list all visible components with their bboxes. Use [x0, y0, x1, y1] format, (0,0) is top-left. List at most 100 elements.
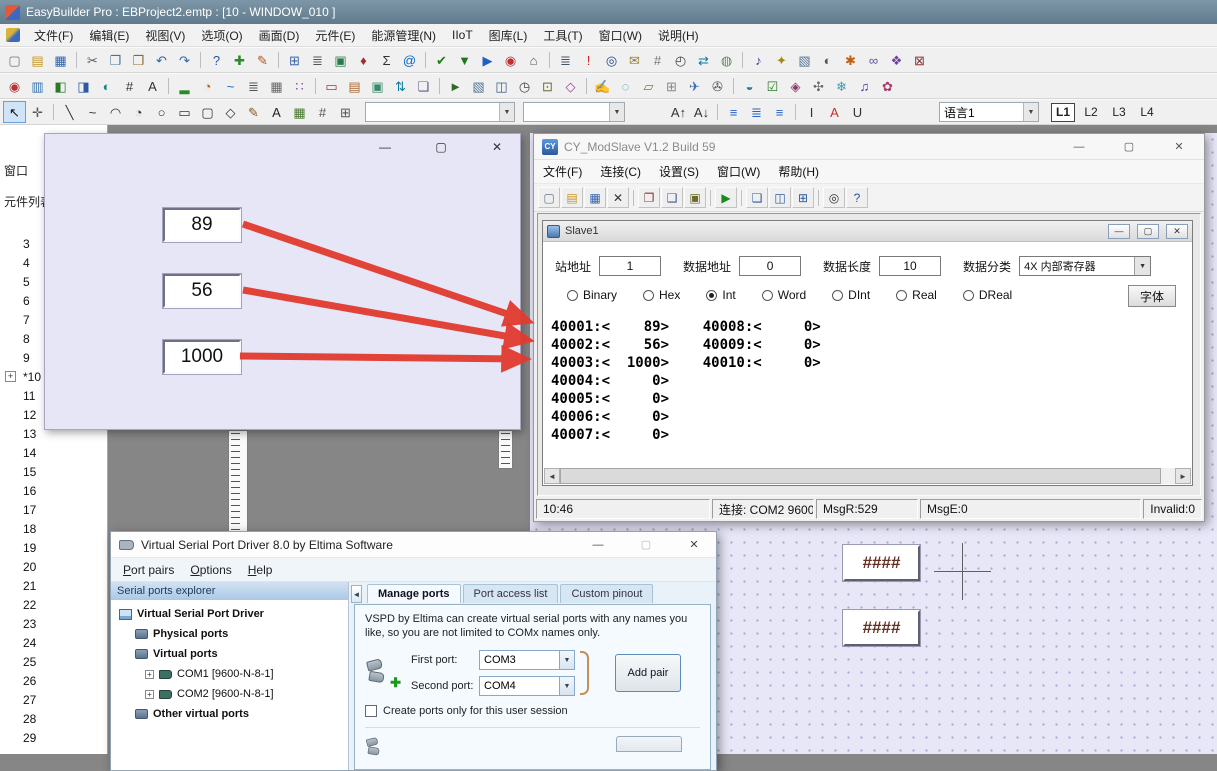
expand-icon[interactable]: [5, 466, 16, 477]
bar-graph-icon[interactable]: ▂: [173, 75, 196, 97]
horizontal-scrollbar[interactable]: ◄ ►: [544, 468, 1191, 484]
close-icon[interactable]: ✕: [1166, 224, 1188, 239]
scale-tool-icon[interactable]: #: [311, 101, 334, 123]
open-project-icon[interactable]: ▤: [26, 49, 49, 71]
trend-display-icon[interactable]: ~: [219, 75, 242, 97]
download-icon[interactable]: ▼: [453, 49, 476, 71]
expand-icon[interactable]: [5, 352, 16, 363]
tree-item-other-virtual-ports[interactable]: Other virtual ports: [111, 704, 348, 724]
curve-tool-icon[interactable]: ~: [81, 101, 104, 123]
expand-icon[interactable]: +: [5, 371, 16, 382]
setup-icon[interactable]: ▣: [684, 187, 706, 208]
format-radio[interactable]: DReal: [963, 288, 1012, 302]
window-tree-item[interactable]: 26: [0, 671, 107, 690]
menu-item[interactable]: 设置(S): [650, 163, 708, 180]
session-checkbox[interactable]: [365, 705, 377, 717]
copy-icon[interactable]: ❐: [104, 49, 127, 71]
expand-icon[interactable]: [5, 561, 16, 572]
recipe-transfer-icon[interactable]: ⇅: [389, 75, 412, 97]
expand-icon[interactable]: [5, 257, 16, 268]
tab-custom-pinout[interactable]: Custom pinout: [560, 584, 653, 603]
data-address-input[interactable]: 0: [739, 256, 801, 276]
online-simulation-icon[interactable]: ◉: [499, 49, 522, 71]
underline-icon[interactable]: U: [846, 101, 869, 123]
state-l2-button[interactable]: L2: [1079, 103, 1103, 122]
data-transfer-icon[interactable]: ⇄: [692, 49, 715, 71]
expand-icon[interactable]: [5, 390, 16, 401]
rounded-rect-tool-icon[interactable]: ▢: [196, 101, 219, 123]
toolbar-separator[interactable]: [815, 187, 822, 208]
window-tree-item[interactable]: 15: [0, 462, 107, 481]
state-l4-button[interactable]: L4: [1135, 103, 1159, 122]
maximize-icon[interactable]: ▢: [428, 138, 454, 156]
toolbar-separator[interactable]: [630, 187, 637, 208]
message-icon[interactable]: ✉: [623, 49, 646, 71]
format-radio[interactable]: Word: [762, 288, 806, 302]
tree-item-physical-ports[interactable]: Physical ports: [111, 624, 348, 644]
window-tree-item[interactable]: 28: [0, 709, 107, 728]
minimize-icon[interactable]: —: [588, 537, 608, 553]
new-project-icon[interactable]: ▢: [3, 49, 26, 71]
qr-code-icon[interactable]: ◈: [784, 75, 807, 97]
tab-manage-ports[interactable]: Manage ports: [367, 584, 461, 603]
format-radio[interactable]: Binary: [567, 288, 617, 302]
window-tree-item[interactable]: 23: [0, 614, 107, 633]
tag-library-icon[interactable]: ♦: [352, 49, 375, 71]
expand-icon[interactable]: [5, 295, 16, 306]
state-l3-button[interactable]: L3: [1107, 103, 1131, 122]
alarm-bar-icon[interactable]: ▭: [320, 75, 343, 97]
shape-style-combo[interactable]: ▼: [365, 102, 515, 122]
expand-icon[interactable]: +: [145, 670, 154, 679]
toolbar-separator[interactable]: [196, 49, 205, 71]
window-tree-item[interactable]: 29: [0, 728, 107, 747]
table-tool-icon[interactable]: ⊞: [334, 101, 357, 123]
media-icon[interactable]: ✇: [706, 75, 729, 97]
numeric-display-icon[interactable]: #: [118, 75, 141, 97]
window-tree-item[interactable]: 18: [0, 519, 107, 538]
close-window-icon[interactable]: ⊠: [908, 49, 931, 71]
database-icon[interactable]: ◍: [715, 49, 738, 71]
expand-icon[interactable]: [5, 580, 16, 591]
expand-icon[interactable]: [5, 333, 16, 344]
redo-icon[interactable]: ↷: [173, 49, 196, 71]
backup-icon[interactable]: ❏: [412, 75, 435, 97]
window-tree-item[interactable]: 17: [0, 500, 107, 519]
operation-log-icon[interactable]: ✍: [591, 75, 614, 97]
scheduler-icon[interactable]: ◴: [669, 49, 692, 71]
toolbar-separator[interactable]: [311, 75, 320, 97]
menu-item[interactable]: IIoT: [444, 24, 481, 46]
enlarge-font-icon[interactable]: A↑: [667, 101, 690, 123]
set-word-icon[interactable]: ◨: [72, 75, 95, 97]
format-radio[interactable]: Int: [706, 288, 735, 302]
window-tree-item[interactable]: 16: [0, 481, 107, 500]
meter-display-icon[interactable]: ◔: [196, 75, 219, 97]
settings-icon[interactable]: ✱: [839, 49, 862, 71]
combo-button-icon[interactable]: ◇: [559, 75, 582, 97]
event-display-icon[interactable]: ▣: [366, 75, 389, 97]
schedule-icon[interactable]: ◷: [513, 75, 536, 97]
expand-icon[interactable]: [5, 314, 16, 325]
compile-icon[interactable]: ✔: [430, 49, 453, 71]
tile-vertical-icon[interactable]: ◫: [769, 187, 791, 208]
toolbar-separator[interactable]: [49, 101, 58, 123]
format-radio[interactable]: DInt: [832, 288, 870, 302]
toolbar-separator[interactable]: [738, 187, 745, 208]
window-tree-item[interactable]: 27: [0, 690, 107, 709]
expand-icon[interactable]: [5, 409, 16, 420]
font-button[interactable]: 字体: [1128, 285, 1176, 307]
address-icon[interactable]: @: [398, 49, 421, 71]
check-element-icon[interactable]: ☑: [761, 75, 784, 97]
expand-icon[interactable]: [5, 447, 16, 458]
menu-item[interactable]: 能源管理(N): [363, 24, 444, 46]
set-bit-icon[interactable]: ◧: [49, 75, 72, 97]
menu-item[interactable]: Port pairs: [115, 560, 182, 580]
close-icon[interactable]: ✕: [484, 138, 510, 156]
tile-horizontal-icon[interactable]: ⊞: [792, 187, 814, 208]
open-icon[interactable]: ▤: [561, 187, 583, 208]
minimize-icon[interactable]: —: [372, 138, 398, 156]
minimize-icon[interactable]: —: [1108, 224, 1130, 239]
language-combo[interactable]: 语言1▼: [939, 102, 1039, 122]
station-address-input[interactable]: 1: [599, 256, 661, 276]
tab-port-access-list[interactable]: Port access list: [463, 584, 559, 603]
toolbar-separator[interactable]: [545, 49, 554, 71]
